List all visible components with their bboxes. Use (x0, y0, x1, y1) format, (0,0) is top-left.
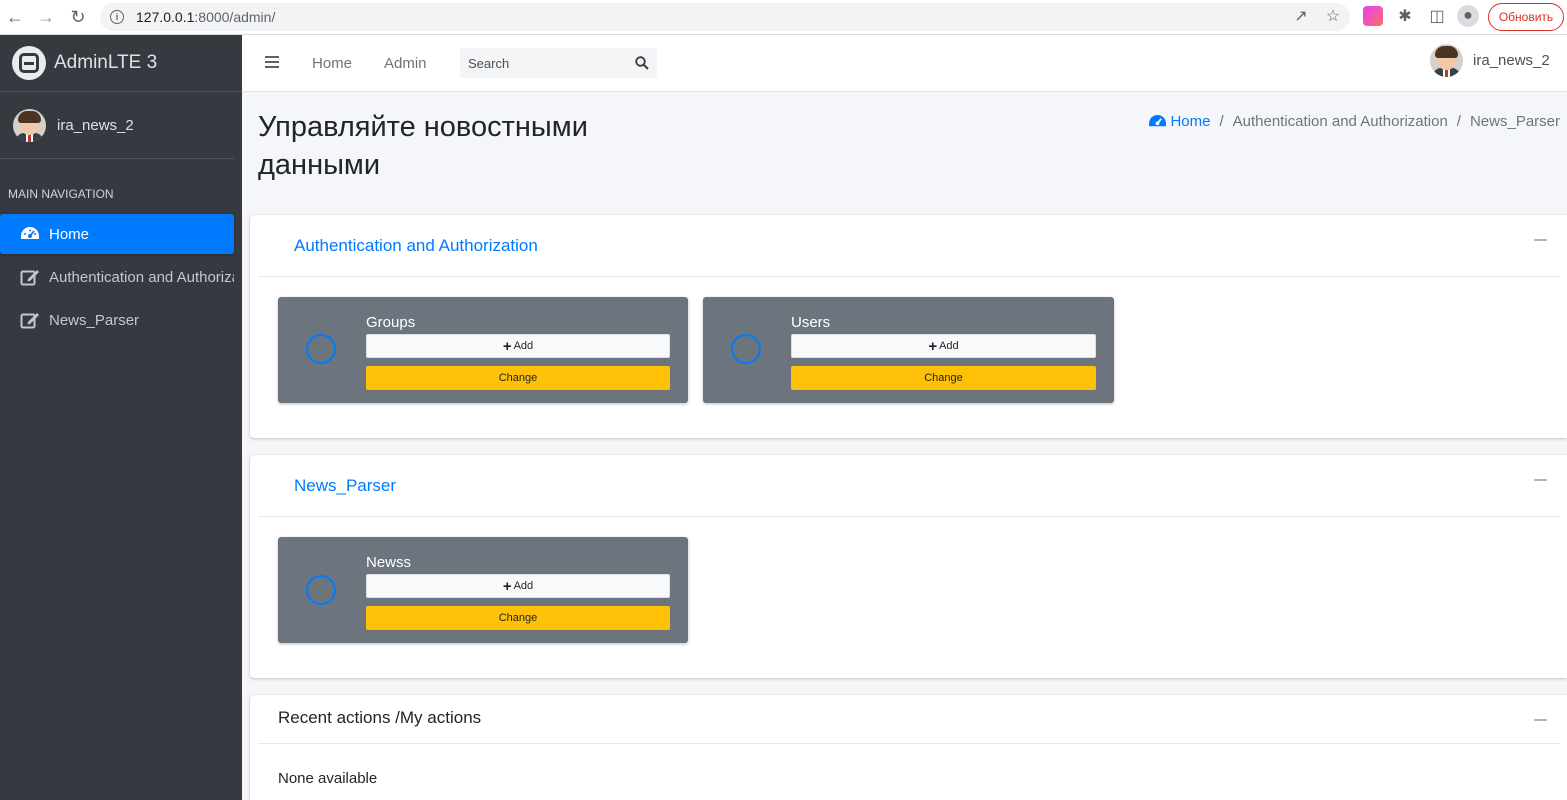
circle-icon (731, 334, 761, 364)
nav-link-admin[interactable]: Admin (384, 55, 427, 72)
sidebar-item-label: Home (49, 225, 90, 243)
sidebar-item-label: Authentication and Authorization (49, 268, 234, 286)
card-title[interactable]: Authentication and Authorization (294, 236, 538, 256)
top-user-menu[interactable]: ira_news_2 (1430, 44, 1550, 77)
edit-icon (20, 310, 40, 330)
browser-toolbar: ← → ↻ i 127.0.0.1:8000/admin/ ↗ ☆ ✱ ◫ ● … (0, 0, 1567, 35)
collapse-minus-icon[interactable] (1534, 719, 1547, 721)
site-info-icon[interactable]: i (110, 10, 124, 24)
collapse-minus-icon[interactable] (1534, 479, 1547, 481)
empty-state-text: None available (278, 770, 378, 787)
model-box-groups: Groups + Add Change (278, 297, 688, 403)
nav-header: MAIN NAVIGATION (8, 187, 114, 201)
breadcrumb-auth[interactable]: Authentication and Authorization (1233, 113, 1448, 130)
avatar (13, 108, 46, 142)
plus-icon: + (928, 337, 938, 355)
search-input[interactable] (468, 55, 628, 71)
page-title: Управляйте новостными данными (258, 111, 588, 181)
url-text: 127.0.0.1:8000/admin/ (136, 9, 276, 25)
breadcrumb-separator: / (1456, 113, 1461, 130)
sidebar-item-news-parser[interactable]: News_Parser (0, 300, 234, 340)
profile-icon[interactable]: ● (1457, 5, 1479, 27)
top-navbar: Home Admin ira_news_2 (242, 35, 1567, 92)
model-box-newss: Newss + Add Change (278, 537, 688, 643)
model-box-users: Users + Add Change (703, 297, 1114, 403)
change-button[interactable]: Change (366, 606, 670, 630)
sidebar-user-name: ira_news_2 (57, 116, 134, 134)
collapse-minus-icon[interactable] (1534, 239, 1547, 241)
sidebar-item-home[interactable]: Home (0, 214, 234, 254)
extension-icon[interactable] (1363, 6, 1383, 26)
card-header: Recent actions /My actions (258, 695, 1559, 744)
circle-icon (306, 575, 336, 605)
recent-actions-card: Recent actions /My actions None availabl… (250, 695, 1567, 800)
brand-link[interactable]: AdminLTE 3 (0, 35, 242, 92)
add-button[interactable]: + Add (366, 334, 670, 358)
card-title: Recent actions /My actions (278, 708, 482, 727)
card-title[interactable]: News_Parser (294, 476, 396, 496)
update-button[interactable]: Обновить (1488, 3, 1564, 31)
top-user-name: ira_news_2 (1473, 52, 1550, 69)
search-form (460, 48, 657, 78)
app-card-news-parser: News_Parser Newss + Add Change (250, 455, 1567, 678)
forward-icon[interactable]: → (34, 5, 58, 29)
model-name[interactable]: Groups (366, 314, 415, 331)
card-header: Authentication and Authorization (258, 215, 1559, 277)
tachometer-icon (20, 224, 40, 244)
add-button[interactable]: + Add (791, 334, 1096, 358)
change-button[interactable]: Change (791, 366, 1096, 390)
nav-link-home[interactable]: Home (312, 55, 352, 72)
puzzle-icon[interactable]: ✱ (1394, 5, 1416, 27)
model-name[interactable]: Users (791, 314, 830, 331)
bookmark-star-icon[interactable]: ☆ (1322, 5, 1344, 27)
adminlte-logo-icon (12, 46, 46, 80)
card-header: News_Parser (258, 455, 1559, 517)
side-panel-icon[interactable]: ◫ (1426, 5, 1448, 27)
avatar (1430, 44, 1463, 77)
breadcrumb: Home / Authentication and Authorization … (1148, 113, 1560, 130)
address-bar[interactable]: i 127.0.0.1:8000/admin/ (100, 3, 1350, 31)
search-icon[interactable] (635, 56, 649, 70)
sidebar-item-auth[interactable]: Authentication and Authorization (0, 257, 234, 297)
breadcrumb-news-parser[interactable]: News_Parser (1470, 113, 1560, 130)
plus-icon: + (502, 577, 512, 595)
circle-icon (306, 334, 336, 364)
breadcrumb-home[interactable]: Home (1148, 113, 1210, 130)
back-icon[interactable]: ← (3, 5, 27, 29)
change-button[interactable]: Change (366, 366, 670, 390)
sidebar-item-label: News_Parser (49, 311, 140, 329)
model-name[interactable]: Newss (366, 554, 411, 571)
reload-icon[interactable]: ↻ (66, 5, 90, 29)
app-card-auth: Authentication and Authorization Groups … (250, 215, 1567, 438)
brand-text: AdminLTE 3 (54, 52, 158, 73)
sidebar: AdminLTE 3 ira_news_2 MAIN NAVIGATION Ho… (0, 35, 242, 800)
sidebar-user-panel[interactable]: ira_news_2 (0, 92, 234, 159)
tachometer-icon (1149, 114, 1167, 127)
edit-icon (20, 267, 40, 287)
add-button[interactable]: + Add (366, 574, 670, 598)
hamburger-menu-icon[interactable] (265, 56, 279, 68)
share-icon[interactable]: ↗ (1290, 5, 1312, 27)
plus-icon: + (502, 337, 512, 355)
breadcrumb-separator: / (1219, 113, 1224, 130)
